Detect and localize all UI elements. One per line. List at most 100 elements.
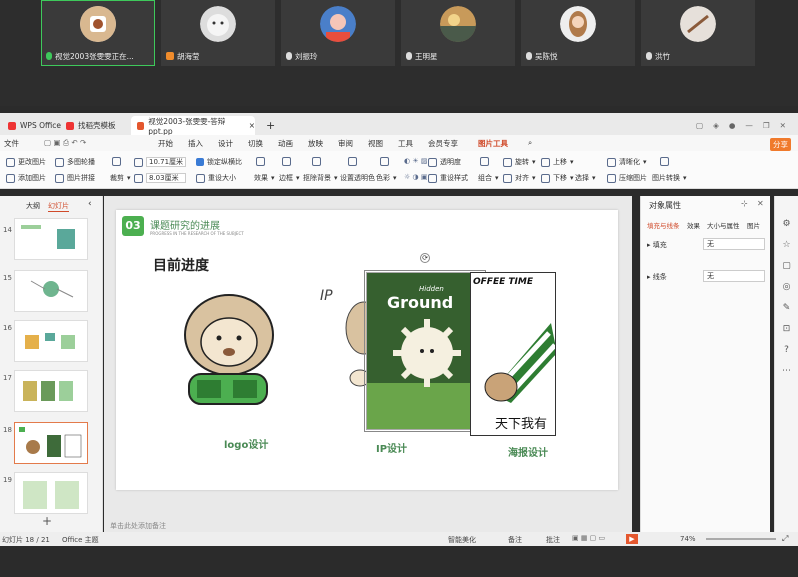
side-tool-icons[interactable]: ⚙ ☆ ▢ ◎ ✎ ⊡? ⋯ xyxy=(775,196,798,382)
arrange-icon[interactable] xyxy=(480,157,489,166)
slide-thumbnail[interactable] xyxy=(14,270,88,312)
tab-fill-line[interactable]: 填充与线条 xyxy=(647,220,680,230)
participant-tile[interactable]: 王明星 xyxy=(401,0,515,66)
lock-ratio-checkbox[interactable]: 锁定纵横比 xyxy=(196,157,242,167)
slide[interactable]: 03 课题研究的进展 PROGRESS IN THE RESEARCH OF T… xyxy=(116,210,618,490)
slide-heading: 目前进度 xyxy=(153,258,209,274)
participant-tile[interactable]: 胡海莹 xyxy=(161,0,275,66)
fit-window-icon[interactable]: ⤢ xyxy=(782,534,788,544)
participant-tile[interactable]: 吴陈悦 xyxy=(521,0,635,66)
picture-convert-icon[interactable] xyxy=(660,157,669,166)
menu-item[interactable]: 插入 xyxy=(188,138,203,149)
menu-item[interactable]: 会员专享 xyxy=(428,138,458,149)
crop-button[interactable]: 裁剪 ▾ xyxy=(110,173,131,183)
add-picture-button[interactable]: 添加图片 xyxy=(6,173,46,183)
selection-frame[interactable] xyxy=(364,270,486,432)
effects-button[interactable]: 效果 ▾ xyxy=(254,173,275,183)
multi-carousel-button[interactable]: 多图轮播 xyxy=(55,157,95,167)
picture-stitch-button[interactable]: 图片拼接 xyxy=(55,173,95,183)
tab-size-props[interactable]: 大小与属性 xyxy=(707,220,740,230)
add-slide-button[interactable]: + xyxy=(42,514,52,528)
menu-item[interactable]: 切换 xyxy=(248,138,263,149)
slide-thumbnail[interactable] xyxy=(14,472,88,514)
adjust-icons-2[interactable]: ☼ ◑ ▣ xyxy=(404,173,427,181)
menu-file[interactable]: 文件 xyxy=(4,138,19,149)
align-button[interactable]: 对齐 ▾ xyxy=(503,173,536,183)
close-icon[interactable]: ✕ xyxy=(757,199,764,208)
group-button[interactable]: 组合 ▾ xyxy=(478,173,499,183)
slide-thumbnail-active[interactable] xyxy=(14,422,88,464)
move-down-button[interactable]: 下移 ▾ xyxy=(541,173,574,183)
play-button[interactable]: ▶ xyxy=(626,534,638,544)
crop-icon[interactable] xyxy=(112,157,121,166)
menu-item[interactable]: 审阅 xyxy=(338,138,353,149)
line-section[interactable]: ▸ 线条 xyxy=(647,272,667,282)
set-transparent-button[interactable]: 设置透明色 xyxy=(340,173,375,183)
tab-template[interactable]: 找稻壳模板 xyxy=(60,116,130,135)
menu-item-picture-tools[interactable]: 图片工具 xyxy=(478,138,508,149)
quick-access-icons[interactable]: ▢ ▣ ⎙ ↶ ↷ xyxy=(44,138,86,148)
move-up-button[interactable]: 上移 ▾ xyxy=(541,157,574,167)
color-icon[interactable] xyxy=(380,157,389,166)
height-field[interactable]: 8.03厘米 xyxy=(134,173,186,183)
smart-beautify-button[interactable]: 智能美化 xyxy=(448,535,476,545)
slide-count: 幻灯片 18 / 21 xyxy=(2,536,50,544)
menu-item[interactable]: 工具 xyxy=(398,138,413,149)
menu-item[interactable]: 设计 xyxy=(218,138,233,149)
line-select[interactable]: 无 xyxy=(703,270,765,282)
rotate-handle-icon[interactable]: ⟳ xyxy=(420,253,430,263)
search-icon[interactable]: ⌕ xyxy=(528,138,532,148)
sharpen-button[interactable]: 清晰化 ▾ xyxy=(607,157,647,167)
effects-icon[interactable] xyxy=(256,157,265,166)
tab-wps-home[interactable]: WPS Office xyxy=(2,116,62,135)
slide-thumbnail[interactable] xyxy=(14,320,88,362)
color-button[interactable]: 色彩 ▾ xyxy=(376,173,397,183)
window-controls[interactable]: ▢ ◈ ● — ❐ ✕ xyxy=(690,116,790,135)
slide-thumbnail[interactable] xyxy=(14,370,88,412)
remove-bg-button[interactable]: 抠除背景 ▾ xyxy=(303,173,338,183)
poster2-title: OFFEE TIME xyxy=(473,277,533,287)
slide-thumbnail[interactable] xyxy=(14,218,88,260)
menu-item[interactable]: 视图 xyxy=(368,138,383,149)
compress-button[interactable]: 压缩图片 xyxy=(607,173,647,183)
menu-item[interactable]: 开始 xyxy=(158,138,173,149)
share-button[interactable]: 分享 xyxy=(770,138,791,151)
select-button[interactable]: 选择 ▾ xyxy=(575,173,596,183)
adjust-icons[interactable]: ◐ ☀ ▨ xyxy=(404,157,427,165)
fill-section[interactable]: ▸ 填充 xyxy=(647,240,667,250)
collapse-icon[interactable]: ‹ xyxy=(88,199,92,209)
border-icon[interactable] xyxy=(282,157,291,166)
tab-outline[interactable]: 大纲 xyxy=(26,201,40,211)
pin-icon[interactable]: ⊹ xyxy=(741,199,748,208)
notes-placeholder[interactable]: 单击此处添加备注 xyxy=(110,521,166,531)
participant-tile[interactable]: 视觉2003张雯雯正在... xyxy=(41,0,155,66)
transparent-color-icon[interactable] xyxy=(348,157,357,166)
tab-picture[interactable]: 图片 xyxy=(747,220,760,230)
picture-convert-button[interactable]: 图片转换 ▾ xyxy=(652,173,687,183)
new-tab-button[interactable]: + xyxy=(260,116,280,135)
width-field[interactable]: 10.71厘米 xyxy=(134,157,186,167)
notes-button[interactable]: 备注 xyxy=(508,535,522,545)
coffee-poster-image: OFFEE TIME 天下我有 xyxy=(470,272,556,436)
menu-item[interactable]: 动画 xyxy=(278,138,293,149)
tab-effects[interactable]: 效果 xyxy=(687,220,700,230)
comment-button[interactable]: 批注 xyxy=(546,535,560,545)
reset-size-button[interactable]: 重设大小 xyxy=(196,173,236,183)
menu-item[interactable]: 放映 xyxy=(308,138,323,149)
theme-name[interactable]: Office 主题 xyxy=(62,535,99,545)
participant-tile[interactable]: 洪竹 xyxy=(641,0,755,66)
transparency-button[interactable]: 透明度 xyxy=(428,157,461,167)
avatar xyxy=(320,6,356,42)
tab-document[interactable]: 视觉2003-张雯雯-答辩ppt.pp × xyxy=(131,116,255,136)
tab-slides[interactable]: 幻灯片 xyxy=(48,201,69,212)
view-mode-icons[interactable]: ▣ ▦ ▢ ▭ xyxy=(572,534,605,542)
participant-name: 刘振玲 xyxy=(295,51,318,61)
participant-tile[interactable]: 刘振玲 xyxy=(281,0,395,66)
border-button[interactable]: 边框 ▾ xyxy=(279,173,300,183)
remove-bg-icon[interactable] xyxy=(312,157,321,166)
change-picture-button[interactable]: 更改图片 xyxy=(6,157,46,167)
fill-select[interactable]: 无 xyxy=(703,238,765,250)
zoom-slider[interactable] xyxy=(706,538,776,540)
rotate-button[interactable]: 旋转 ▾ xyxy=(503,157,536,167)
reset-style-button[interactable]: 重设样式 xyxy=(428,173,468,183)
